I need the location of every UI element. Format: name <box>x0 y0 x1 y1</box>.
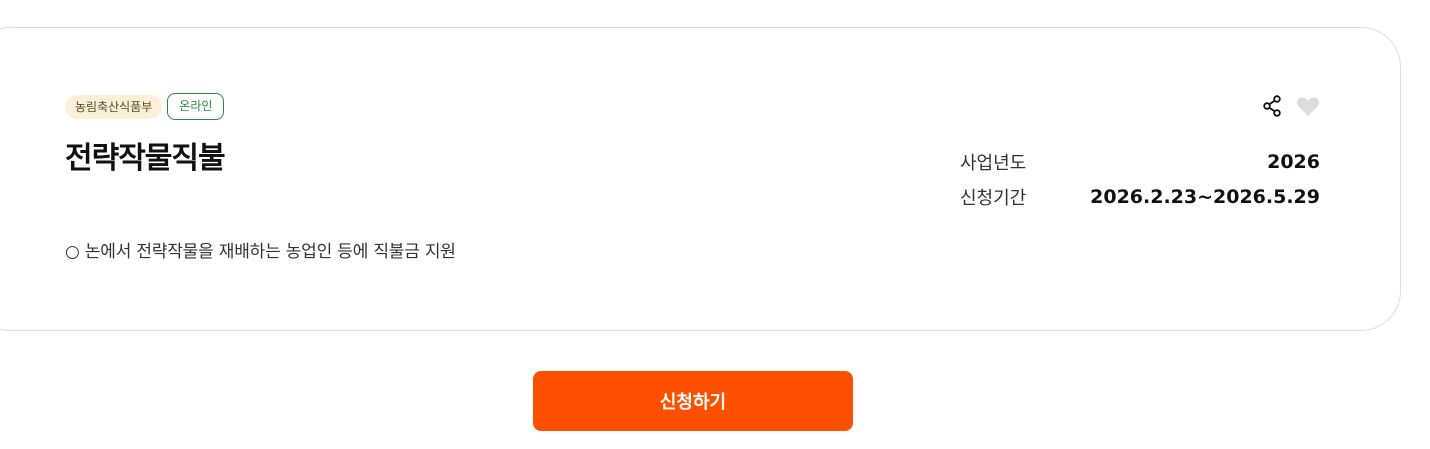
apply-button[interactable]: 신청하기 <box>533 371 853 431</box>
info-label-year: 사업년도 <box>960 152 1027 174</box>
heart-icon[interactable] <box>1296 94 1320 118</box>
card-actions <box>1260 94 1320 118</box>
program-title: 전략작물직불 <box>65 141 226 176</box>
info-row-year: 사업년도 2026 <box>960 144 1320 179</box>
info-value-period: 2026.2.23~2026.5.29 <box>1090 185 1320 208</box>
share-icon[interactable] <box>1260 94 1284 118</box>
online-tag: 온라인 <box>167 93 225 120</box>
info-value-year: 2026 <box>1267 150 1320 173</box>
page: 농림축산식품부 온라인 전략작물직불 ○ 논에서 전략작물을 재배하는 농업인 … <box>0 0 1430 449</box>
info-label-period: 신청기간 <box>960 187 1027 209</box>
tag-group: 농림축산식품부 온라인 <box>65 93 225 120</box>
program-info: 사업년도 2026 신청기간 2026.2.23~2026.5.29 <box>960 144 1320 214</box>
ministry-tag: 농림축산식품부 <box>65 94 163 119</box>
info-row-period: 신청기간 2026.2.23~2026.5.29 <box>960 179 1320 214</box>
program-description: ○ 논에서 전략작물을 재배하는 농업인 등에 직불금 지원 <box>65 242 456 262</box>
